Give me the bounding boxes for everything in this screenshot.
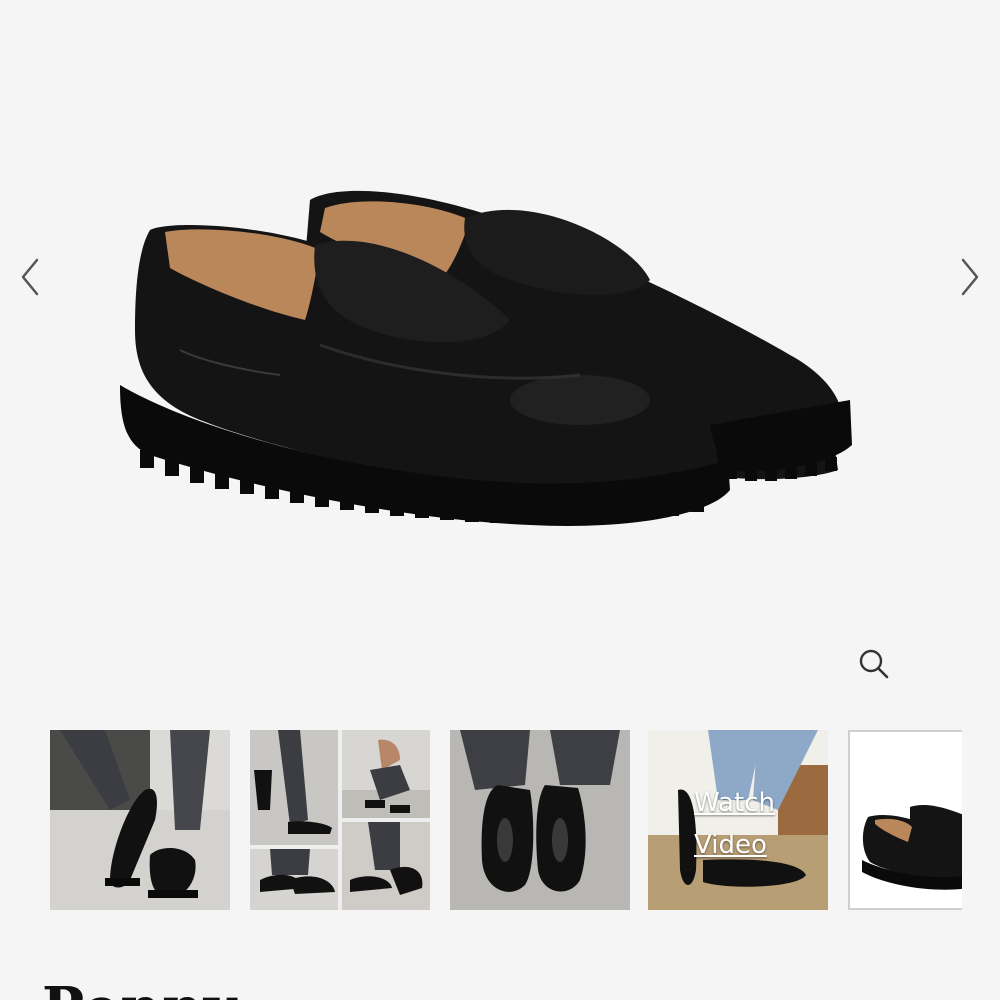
previous-image-button[interactable]	[10, 255, 50, 299]
thumb-lifestyle-street[interactable]	[50, 730, 230, 910]
product-title: Penny	[42, 976, 237, 1000]
lifestyle-topdown-image	[450, 730, 630, 910]
next-image-button[interactable]	[950, 255, 990, 299]
thumb-product[interactable]	[848, 730, 962, 910]
watch-video-link[interactable]: Watch Video	[694, 782, 804, 866]
zoom-button[interactable]	[856, 646, 892, 682]
chevron-right-icon	[961, 258, 979, 296]
product-image-gallery	[0, 0, 1000, 720]
lifestyle-street-image	[50, 730, 230, 910]
product-thumb-image	[850, 732, 962, 908]
thumb-lifestyle-collage[interactable]	[250, 730, 430, 910]
hero-product-image[interactable]	[110, 170, 870, 570]
lifestyle-collage-image	[250, 730, 430, 910]
thumbnail-strip: Watch Video	[50, 730, 962, 910]
magnifier-icon	[859, 649, 889, 679]
thumb-video[interactable]: Watch Video	[648, 730, 828, 910]
thumb-lifestyle-topdown[interactable]	[450, 730, 630, 910]
chevron-left-icon	[21, 258, 39, 296]
